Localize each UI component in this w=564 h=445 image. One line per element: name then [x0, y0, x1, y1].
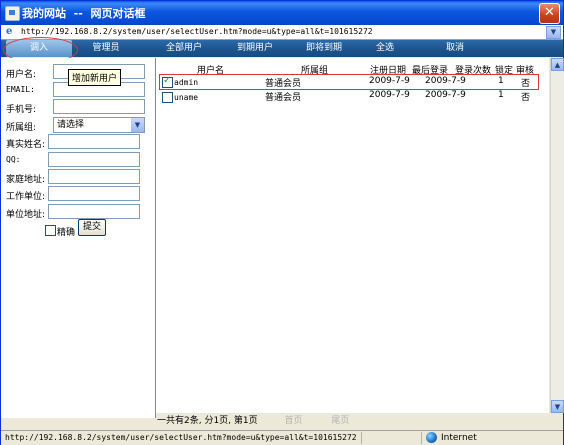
row-reg-date: 2009-7-9 [369, 76, 410, 86]
home-address-field[interactable] [48, 169, 140, 184]
pagination-summary: 一共有2条, 分1页, 第1页 [157, 416, 258, 426]
company-label: 工作单位: [6, 192, 46, 202]
expired-users-button[interactable]: 到期用户 [227, 40, 283, 57]
row-reg-date: 2009-7-9 [369, 90, 410, 100]
address-dropdown-button[interactable]: ▼ [546, 26, 561, 39]
pagination: 一共有2条, 分1页, 第1页 首页 尾页 [157, 413, 349, 426]
tooltip: 增加新用户 [68, 69, 122, 86]
vertical-scrollbar[interactable]: ▲ ▼ [550, 58, 564, 413]
chevron-down-icon: ▼ [550, 28, 557, 36]
row-last-login: 2009-7-9 [425, 76, 466, 86]
realname-field[interactable] [48, 134, 140, 149]
company-address-label: 单位地址: [6, 210, 46, 220]
app-icon [5, 6, 20, 21]
title-bar[interactable]: 我的网站 -- 网页对话框 ✕ [1, 1, 563, 25]
row-username: uname [174, 93, 199, 102]
row-last-login: 2009-7-9 [425, 90, 466, 100]
exact-match-label: 精确 [57, 228, 76, 238]
exact-match-checkbox[interactable] [45, 225, 56, 236]
group-select-value: 请选择 [57, 120, 85, 130]
scroll-up-button[interactable]: ▲ [551, 58, 564, 71]
company-address-field[interactable] [48, 204, 140, 219]
window-title: 我的网站 -- 网页对话框 [22, 7, 146, 20]
row-review: 否 [521, 79, 531, 89]
row-group: 普通会员 [265, 79, 302, 89]
group-label: 所属组: [6, 123, 37, 133]
row-checkbox[interactable] [162, 92, 173, 103]
expiring-soon-button[interactable]: 即将到期 [296, 40, 352, 57]
dialog-window: 我的网站 -- 网页对话框 ✕ e http://192.168.8.2/sys… [0, 0, 564, 445]
group-select[interactable]: 请选择 ▼ [53, 117, 145, 133]
all-users-button[interactable]: 全部用户 [156, 40, 212, 57]
row-login-count: 1 [498, 90, 504, 100]
status-divider [421, 432, 422, 444]
globe-icon [426, 432, 437, 443]
first-page-link[interactable]: 首页 [285, 416, 303, 426]
address-bar[interactable]: e http://192.168.8.2/system/user/selectU… [1, 25, 563, 40]
address-url[interactable]: http://192.168.8.2/system/user/selectUse… [21, 26, 373, 38]
status-url: http://192.168.8.2/system/user/selectUse… [5, 433, 357, 442]
cancel-button[interactable]: 取消 [437, 40, 473, 57]
chevron-down-icon: ▼ [554, 403, 561, 411]
row-group: 普通会员 [265, 93, 302, 103]
submit-button[interactable]: 提交 [78, 219, 106, 236]
row-login-count: 1 [498, 76, 504, 86]
last-page-link[interactable]: 尾页 [331, 416, 349, 426]
user-list-panel [156, 58, 549, 413]
row-checkbox[interactable] [162, 75, 173, 88]
security-zone: Internet [441, 433, 477, 443]
ie-page-icon: e [6, 26, 13, 37]
row-review: 否 [521, 93, 531, 103]
realname-label: 真实姓名: [6, 140, 46, 150]
close-button[interactable]: ✕ [539, 3, 560, 24]
phone-field[interactable] [53, 99, 145, 114]
scroll-down-button[interactable]: ▼ [551, 400, 564, 413]
email-label: EMAIL: [6, 85, 35, 94]
company-field[interactable] [48, 186, 140, 201]
select-all-button[interactable]: 全选 [369, 40, 401, 57]
row-username: admin [174, 78, 199, 87]
qq-field[interactable] [48, 152, 140, 167]
status-divider [361, 432, 362, 444]
status-bar: http://192.168.8.2/system/user/selectUse… [1, 430, 563, 445]
toolbar: 调入 管理员 全部用户 到期用户 即将到期 全选 取消 [1, 40, 563, 57]
home-address-label: 家庭地址: [6, 175, 46, 185]
phone-label: 手机号: [6, 105, 37, 115]
chevron-up-icon: ▲ [554, 61, 561, 69]
username-label: 用户名: [6, 70, 37, 80]
chevron-down-icon[interactable]: ▼ [131, 118, 144, 132]
selected-row-highlight [159, 74, 539, 90]
qq-label: QQ: [6, 155, 21, 164]
admins-button[interactable]: 管理员 [83, 40, 129, 57]
close-icon: ✕ [544, 5, 555, 20]
